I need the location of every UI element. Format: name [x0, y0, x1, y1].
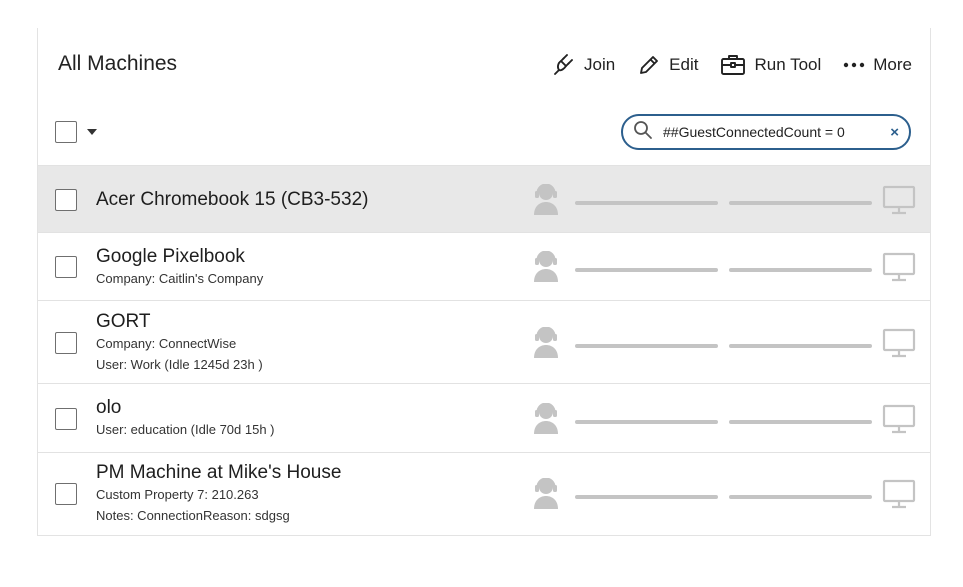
machine-detail: Custom Property 7: 210.263: [96, 487, 259, 502]
host-connection-bar: [729, 267, 872, 272]
connection-status: [532, 250, 916, 288]
edit-button[interactable]: Edit: [637, 50, 698, 80]
machine-detail: Company: Caitlin's Company: [96, 271, 264, 286]
chevron-down-icon[interactable]: [87, 129, 97, 135]
host-connection-bar: [729, 343, 872, 348]
edit-label: Edit: [669, 55, 699, 74]
join-button[interactable]: Join: [552, 50, 615, 80]
monitor-icon: [882, 404, 916, 439]
table-row[interactable]: olo User: education (Idle 70d 15h ): [38, 383, 930, 452]
connection-status: [532, 326, 916, 364]
machine-name: PM Machine at Mike's House: [96, 462, 342, 483]
user-headset-icon: [532, 326, 560, 364]
search-input[interactable]: [661, 123, 887, 141]
host-connection-bar: [729, 419, 872, 424]
monitor-icon: [882, 185, 916, 220]
run-tool-label: Run Tool: [754, 55, 822, 74]
machine-name: Google Pixelbook: [96, 246, 245, 267]
page-title: All Machines: [58, 52, 178, 75]
guest-connection-bar: [575, 419, 718, 424]
user-headset-icon: [532, 250, 560, 288]
select-all-checkbox[interactable]: [55, 121, 77, 143]
machine-list: Acer Chromebook 15 (CB3-532) Google Pixel…: [38, 165, 930, 534]
machine-name: Acer Chromebook 15 (CB3-532): [96, 189, 369, 210]
bulk-select: [55, 121, 97, 143]
guest-connection-bar: [575, 343, 718, 348]
machine-info: Acer Chromebook 15 (CB3-532): [96, 189, 368, 211]
row-checkbox[interactable]: [55, 483, 77, 505]
connection-status: [532, 477, 916, 515]
machine-list-panel: All Machines Join Edit Run Tool More ##G…: [37, 28, 931, 536]
guest-connection-bar: [575, 267, 718, 272]
connection-status: [532, 402, 916, 440]
user-headset-icon: [532, 402, 560, 440]
machine-info: Google Pixelbook Company: Caitlin's Compa…: [96, 246, 263, 289]
search-icon: [633, 120, 653, 145]
row-checkbox[interactable]: [55, 332, 77, 354]
machine-detail: User: Work (Idle 1245d 23h ): [96, 357, 263, 372]
ellipsis-icon: [843, 53, 865, 77]
row-checkbox[interactable]: [55, 408, 77, 430]
machine-name: GORT: [96, 311, 151, 332]
table-row[interactable]: Acer Chromebook 15 (CB3-532): [38, 165, 930, 232]
machine-name: olo: [96, 397, 122, 418]
user-headset-icon: [532, 183, 560, 221]
machine-info: GORT Company: ConnectWise User: Work (Idle…: [96, 311, 263, 375]
table-row[interactable]: PM Machine at Mike's House Custom Propert…: [38, 452, 930, 534]
monitor-icon: [882, 328, 916, 363]
monitor-icon: [882, 252, 916, 287]
table-row[interactable]: Google Pixelbook Company: Caitlin's Compa…: [38, 232, 930, 300]
guest-connection-bar: [575, 494, 718, 499]
more-label: More: [873, 55, 912, 74]
plug-icon: [552, 53, 576, 77]
machine-detail: User: education (Idle 70d 15h ): [96, 422, 275, 437]
clear-search-button[interactable]: ×: [890, 124, 899, 141]
toolbox-icon: [720, 53, 746, 77]
search-box: ×: [621, 114, 911, 150]
machine-info: PM Machine at Mike's House Custom Propert…: [96, 462, 341, 526]
user-headset-icon: [532, 477, 560, 515]
more-button[interactable]: More: [843, 50, 912, 80]
monitor-icon: [882, 479, 916, 514]
guest-connection-bar: [575, 200, 718, 205]
machine-detail: Notes: ConnectionReason: sdgsg: [96, 508, 290, 523]
table-row[interactable]: GORT Company: ConnectWise User: Work (Idle…: [38, 300, 930, 383]
connection-status: [532, 183, 916, 221]
toolbar: Join Edit Run Tool More: [552, 50, 912, 80]
machine-detail: Company: ConnectWise: [96, 336, 237, 351]
row-checkbox[interactable]: [55, 189, 77, 211]
run-tool-button[interactable]: Run Tool: [720, 50, 821, 80]
pencil-icon: [637, 53, 661, 77]
machine-info: olo User: education (Idle 70d 15h ): [96, 397, 275, 440]
host-connection-bar: [729, 200, 872, 205]
join-label: Join: [583, 55, 616, 74]
row-checkbox[interactable]: [55, 256, 77, 278]
host-connection-bar: [729, 494, 872, 499]
